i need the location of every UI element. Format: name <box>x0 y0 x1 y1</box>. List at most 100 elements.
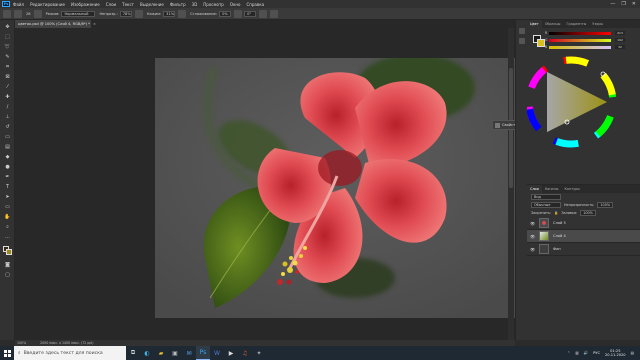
menu-edit[interactable]: Редактирование <box>27 2 68 7</box>
color-wheel[interactable] <box>525 54 640 154</box>
angle-field[interactable]: 0° <box>244 10 257 17</box>
quick-mask-icon[interactable]: ◙ <box>3 262 12 268</box>
tab-gradients[interactable]: Градиенты <box>563 22 589 26</box>
blur-tool-icon[interactable]: ◆ <box>3 154 12 160</box>
tray-arrow-icon[interactable]: ⌃ <box>567 351 570 355</box>
gradient-tool-icon[interactable]: ▤ <box>3 144 12 150</box>
layer-item-selected[interactable]: 👁 Слой 4 <box>527 230 640 243</box>
clock[interactable]: 01:25 20.11.2020 <box>605 349 626 358</box>
network-icon[interactable]: ▥ <box>575 351 578 355</box>
r-slider[interactable] <box>549 32 611 35</box>
visibility-eye-icon[interactable]: 👁 <box>530 234 535 239</box>
home-icon[interactable] <box>3 9 11 18</box>
screen-mode-icon[interactable]: ▢ <box>3 272 12 278</box>
b-slider[interactable] <box>549 46 611 49</box>
pressure-size-icon[interactable] <box>259 9 268 18</box>
g-value[interactable]: 192 <box>615 38 625 42</box>
menu-layers[interactable]: Слои <box>103 2 119 7</box>
document-tab[interactable]: цветок.psd @ 100% (Слой 4, RGB/8*) * × <box>15 20 96 28</box>
brush-tool-icon[interactable] <box>14 9 22 18</box>
more-tools-icon[interactable]: … <box>3 234 12 240</box>
menu-type[interactable]: Текст <box>119 2 137 7</box>
tool-icon[interactable]: ✦ <box>252 346 266 360</box>
zoom-tool-icon[interactable]: ⌕ <box>3 224 12 230</box>
close-button[interactable]: ✕ <box>632 1 636 7</box>
b-value[interactable]: 32 <box>615 45 625 49</box>
canvas-workspace[interactable] <box>15 28 517 340</box>
panel-background-swatch[interactable] <box>537 39 545 47</box>
explorer-icon[interactable]: ▰ <box>154 346 168 360</box>
volume-icon[interactable]: 🔊 <box>584 351 588 355</box>
lasso-tool-icon[interactable]: ➰ <box>3 44 12 50</box>
shape-tool-icon[interactable]: ▭ <box>3 204 12 210</box>
pen-tool-icon[interactable]: ✒ <box>3 174 12 180</box>
layer-item[interactable]: 👁 Фон <box>527 243 640 256</box>
document-canvas[interactable] <box>155 58 517 318</box>
r-value[interactable]: 213 <box>615 31 625 35</box>
notifications-icon[interactable]: ▤ <box>631 351 634 355</box>
menu-help[interactable]: Справка <box>243 2 267 7</box>
menu-image[interactable]: Изображение <box>68 2 103 7</box>
marquee-tool-icon[interactable]: ⬚ <box>3 34 12 40</box>
layer-opacity-field[interactable]: 100% <box>597 202 614 208</box>
media-icon[interactable]: ▶ <box>224 346 238 360</box>
symmetry-icon[interactable] <box>270 9 279 18</box>
language-indicator[interactable]: РУС <box>593 351 600 355</box>
layer-filter-select[interactable]: Вид <box>531 194 561 200</box>
dodge-tool-icon[interactable]: ● <box>3 164 12 170</box>
menu-filter[interactable]: Фильтр <box>167 2 189 7</box>
edge-icon[interactable]: ◐ <box>140 346 154 360</box>
menu-view[interactable]: Просмотр <box>200 2 227 7</box>
start-button[interactable] <box>0 346 14 360</box>
tab-patterns[interactable]: Узоры <box>589 22 606 26</box>
pressure-opacity-icon[interactable] <box>134 9 143 18</box>
tab-color[interactable]: Цвет <box>527 20 542 28</box>
quick-select-tool-icon[interactable]: ✎ <box>3 54 12 60</box>
hand-tool-icon[interactable]: ✋ <box>3 214 12 220</box>
tab-paths[interactable]: Контуры <box>561 187 583 191</box>
flow-field[interactable]: 31% <box>163 10 176 17</box>
move-tool-icon[interactable]: ✥ <box>3 24 12 30</box>
airbrush-icon[interactable] <box>178 9 187 18</box>
blend-mode-select[interactable]: Обычные <box>531 202 561 208</box>
taskbar-search[interactable]: ⌕ Введите здесь текст для поиска <box>14 346 126 360</box>
layer-item[interactable]: 👁 Слой 5 <box>527 217 640 230</box>
lock-icon[interactable]: 🔒 <box>554 211 558 215</box>
healing-tool-icon[interactable]: ✚ <box>3 94 12 100</box>
history-brush-tool-icon[interactable]: ↺ <box>3 124 12 130</box>
eraser-tool-icon[interactable]: ▭ <box>3 134 12 140</box>
visibility-eye-icon[interactable]: 👁 <box>530 221 535 226</box>
mail-icon[interactable]: ✉ <box>182 346 196 360</box>
tab-channels[interactable]: Каналы <box>542 187 562 191</box>
path-select-tool-icon[interactable]: ➤ <box>3 194 12 200</box>
menu-select[interactable]: Выделение <box>137 2 167 7</box>
history-panel-icon[interactable] <box>519 28 525 34</box>
g-slider[interactable] <box>549 39 611 42</box>
music-icon[interactable]: ♫ <box>238 346 252 360</box>
task-view-icon[interactable]: ⧉ <box>126 346 140 360</box>
menu-window[interactable]: Окно <box>227 2 244 7</box>
menu-3d[interactable]: 3D <box>189 2 201 7</box>
maximize-button[interactable]: ❐ <box>621 1 625 7</box>
stamp-tool-icon[interactable]: ⊥ <box>3 114 12 120</box>
visibility-eye-icon[interactable]: 👁 <box>530 247 535 252</box>
zoom-level[interactable]: 100% <box>17 341 26 345</box>
tab-close-icon[interactable]: × <box>93 22 96 26</box>
vertical-scrollbar[interactable] <box>508 28 514 340</box>
type-tool-icon[interactable]: T <box>3 184 12 190</box>
mode-select[interactable]: Нормальный <box>61 10 96 17</box>
frame-tool-icon[interactable]: ⊠ <box>3 74 12 80</box>
brush-panel-icon[interactable] <box>519 38 525 44</box>
fill-field[interactable]: 100% <box>580 210 596 216</box>
background-color-swatch[interactable] <box>6 249 12 255</box>
crop-tool-icon[interactable]: ⌗ <box>3 64 12 70</box>
opacity-field[interactable]: 78% <box>119 10 132 17</box>
menu-file[interactable]: Файл <box>10 2 27 7</box>
smoothing-field[interactable]: 0% <box>219 10 232 17</box>
tab-swatches[interactable]: Образцы <box>542 22 564 26</box>
eyedropper-tool-icon[interactable]: ⁄ <box>3 84 12 90</box>
brush-size-value[interactable]: 28 <box>26 12 31 16</box>
minimize-button[interactable]: — <box>610 1 615 7</box>
photoshop-icon[interactable]: Ps <box>196 346 210 360</box>
store-icon[interactable]: ▣ <box>168 346 182 360</box>
